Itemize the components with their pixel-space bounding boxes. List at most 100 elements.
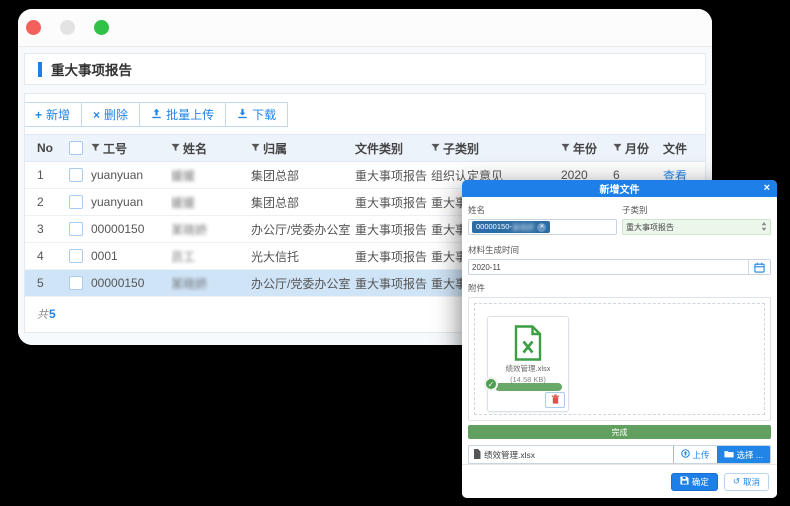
name-field-label: 姓名: [468, 204, 617, 216]
upload-circle-icon: [681, 449, 690, 460]
cell-org: 光大信托: [251, 248, 355, 265]
header-month[interactable]: 月份: [613, 140, 663, 157]
attachment-box: 绩效管理.xlsx (14.58 KB) ✓: [468, 297, 771, 421]
dialog-footer: 确定 ↺ 取消: [462, 464, 777, 498]
batch-upload-button[interactable]: 批量上传: [139, 102, 226, 127]
row-checkbox[interactable]: [69, 249, 83, 263]
total-count: 5: [49, 307, 56, 321]
canvas: 重大事项报告 + 新增 × 删除 批量上传: [0, 0, 790, 506]
check-circle-icon: ✓: [484, 377, 498, 391]
confirm-button[interactable]: 确定: [671, 473, 718, 491]
row-checkbox[interactable]: [69, 168, 83, 182]
filter-icon[interactable]: [171, 141, 180, 155]
remove-tag-icon[interactable]: ✕: [537, 223, 546, 232]
header-subcategory[interactable]: 子类别: [431, 140, 561, 157]
picked-file-display: 绩效管理.xlsx: [469, 446, 673, 463]
row-checkbox[interactable]: [69, 222, 83, 236]
filter-icon[interactable]: [251, 141, 260, 155]
filter-icon[interactable]: [561, 141, 570, 155]
plus-icon: +: [35, 109, 42, 121]
minimize-window-button[interactable]: [60, 20, 75, 35]
cell-category: 重大事项报告: [355, 275, 431, 292]
cell-name-redacted: 某晓娇: [171, 275, 207, 292]
batch-upload-button-label: 批量上传: [166, 106, 214, 123]
window-titlebar: [18, 9, 712, 47]
select-all-checkbox[interactable]: [69, 141, 83, 155]
file-picker-group: 绩效管理.xlsx 上传 选择 ...: [468, 445, 771, 464]
save-icon: [680, 476, 689, 487]
cell-org: 集团总部: [251, 194, 355, 211]
row-checkbox[interactable]: [69, 276, 83, 290]
dialog-titlebar: 新增文件 ×: [462, 180, 777, 197]
upload-file-button[interactable]: 上传: [673, 446, 717, 463]
row-number: 3: [25, 222, 61, 236]
add-button-label: 新增: [46, 106, 70, 123]
header-name[interactable]: 姓名: [171, 140, 251, 157]
header-org[interactable]: 归属: [251, 140, 355, 157]
folder-icon: [724, 450, 734, 460]
uploaded-file-card: 绩效管理.xlsx (14.58 KB) ✓: [487, 316, 569, 412]
tag-name-redacted: 某晓娇: [512, 222, 535, 233]
delete-button[interactable]: × 删除: [81, 102, 140, 127]
dialog-title: 新增文件: [600, 181, 640, 196]
upload-icon: [151, 108, 162, 122]
row-checkbox[interactable]: [69, 195, 83, 209]
filter-icon[interactable]: [431, 141, 440, 155]
confirm-button-label: 确定: [692, 476, 709, 488]
close-icon[interactable]: ×: [764, 181, 770, 196]
cell-employee-id: 00000150: [91, 276, 171, 290]
filter-icon[interactable]: [91, 141, 100, 155]
toolbar: + 新增 × 删除 批量上传 下载: [24, 94, 705, 134]
name-input[interactable]: 00000150- 某晓娇 ✕: [468, 219, 617, 235]
undo-icon: ↺: [733, 476, 740, 487]
delete-file-button[interactable]: [545, 392, 565, 408]
download-button[interactable]: 下载: [225, 102, 288, 127]
upload-file-button-label: 上传: [693, 449, 710, 461]
cell-category: 重大事项报告: [355, 221, 431, 238]
delete-button-label: 删除: [104, 106, 128, 123]
picked-file-name: 绩效管理.xlsx: [484, 449, 535, 461]
choose-file-button[interactable]: 选择 ...: [717, 446, 770, 463]
cell-name-redacted: 员工: [171, 248, 195, 265]
total-label: 共: [37, 306, 48, 322]
x-icon: ×: [93, 109, 100, 121]
add-button[interactable]: + 新增: [24, 102, 82, 127]
header-no: No: [25, 141, 61, 155]
cancel-button[interactable]: ↺ 取消: [724, 473, 769, 491]
attachment-dropzone[interactable]: 绩效管理.xlsx (14.58 KB) ✓: [474, 303, 765, 415]
cell-name-redacted: 某晓娇: [171, 221, 207, 238]
download-icon: [237, 108, 248, 122]
trash-icon: [551, 391, 560, 409]
cancel-button-label: 取消: [743, 476, 760, 488]
title-accent-bar: [38, 62, 42, 77]
selected-person-tag: 00000150- 某晓娇 ✕: [472, 221, 550, 233]
maximize-window-button[interactable]: [94, 20, 109, 35]
subcategory-select[interactable]: 重大事项报告: [622, 219, 771, 235]
page-title: 重大事项报告: [51, 59, 132, 79]
spinner-arrows-icon: [761, 222, 767, 233]
card-file-name: 绩效管理.xlsx: [488, 363, 568, 374]
cell-org: 办公厅/党委办公室: [251, 221, 355, 238]
excel-file-icon: [513, 325, 543, 361]
choose-file-button-label: 选择 ...: [737, 449, 763, 461]
upload-progress-bar: [495, 383, 562, 391]
cell-employee-id: 00000150: [91, 222, 171, 236]
row-number: 1: [25, 168, 61, 182]
cell-org: 办公厅/党委办公室: [251, 275, 355, 292]
download-button-label: 下载: [252, 106, 276, 123]
header-employee-id[interactable]: 工号: [91, 140, 171, 157]
date-input[interactable]: 2020-11: [468, 259, 771, 275]
header-year[interactable]: 年份: [561, 140, 613, 157]
cell-employee-id: yuanyuan: [91, 195, 171, 209]
filter-icon[interactable]: [613, 141, 622, 155]
cell-category: 重大事项报告: [355, 194, 431, 211]
cell-employee-id: yuanyuan: [91, 168, 171, 182]
header-file: 文件: [663, 140, 704, 157]
cell-name-redacted: 媛媛: [171, 194, 195, 211]
header-category: 文件类别: [355, 140, 431, 157]
calendar-icon[interactable]: [748, 260, 770, 274]
date-value: 2020-11: [472, 263, 501, 272]
close-window-button[interactable]: [26, 20, 41, 35]
cell-name-redacted: 媛媛: [171, 167, 195, 184]
progress-text: 完成: [612, 427, 628, 438]
